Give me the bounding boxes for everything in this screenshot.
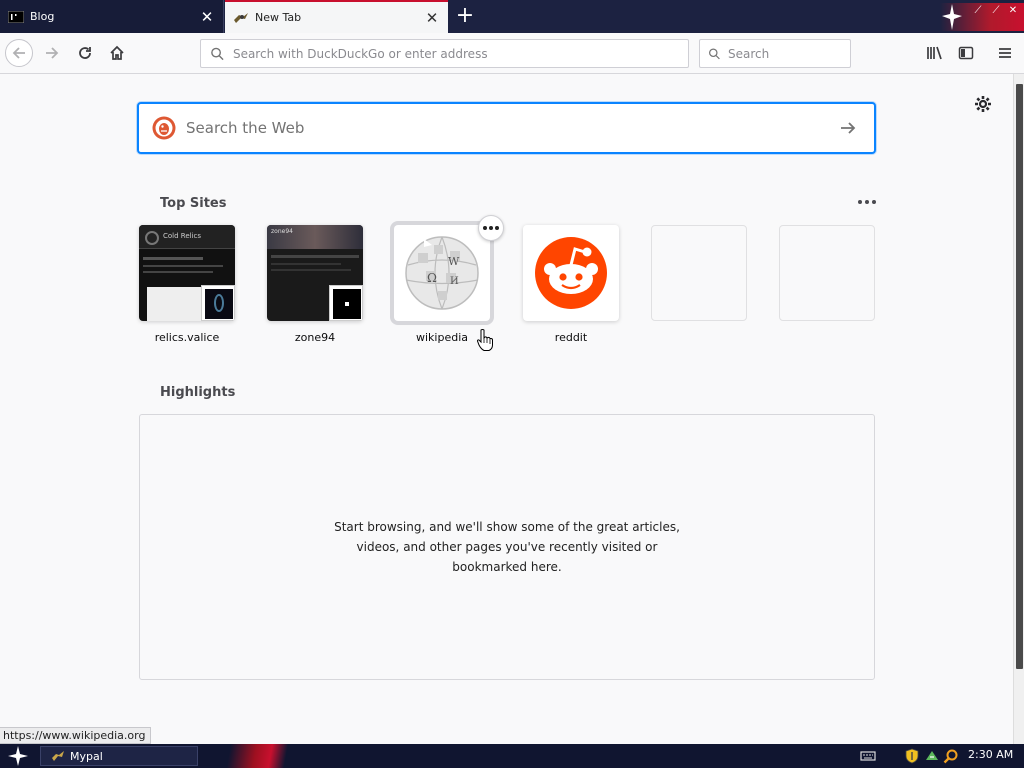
mypal-app-icon (52, 751, 64, 761)
start-menu-star-icon[interactable] (4, 745, 32, 767)
tile-more-icon[interactable] (478, 215, 504, 241)
terminal-favicon-icon (8, 10, 24, 24)
search-input[interactable] (728, 46, 850, 61)
search-icon (709, 48, 720, 59)
highlights-heading: Highlights (160, 385, 236, 400)
highlights-empty-state: Start browsing, and we'll show some of t… (139, 414, 875, 680)
library-button[interactable] (921, 39, 949, 67)
top-site-reddit[interactable]: reddit (523, 225, 619, 344)
svg-text:W: W (448, 255, 460, 268)
menu-button[interactable] (991, 39, 1019, 67)
site-thumbnail: zone94 (267, 225, 363, 321)
tab-bar: Blog ✕ New Tab ✕ + ⟋ ⟋ ✕ (0, 0, 1024, 33)
os-taskbar: Mypal 2:30 AM (0, 744, 1024, 768)
close-tab-icon[interactable]: ✕ (422, 8, 442, 28)
taskbar-task-mypal[interactable]: Mypal (40, 746, 198, 766)
highlights-empty-message: Start browsing, and we'll show some of t… (334, 520, 680, 574)
address-bar[interactable] (200, 39, 689, 68)
reddit-logo-icon (535, 237, 607, 309)
gear-icon[interactable] (973, 94, 993, 114)
sidebar-icon (958, 46, 974, 60)
top-site-empty-slot[interactable] (779, 225, 875, 331)
arrow-right-icon (841, 122, 856, 134)
new-tab-plus-icon[interactable]: + (452, 4, 478, 30)
home-button[interactable] (103, 39, 131, 67)
top-site-empty-slot[interactable] (651, 225, 747, 331)
site-thumbnail (779, 225, 875, 321)
svg-text:Ω: Ω (427, 271, 437, 285)
site-thumbnail (523, 225, 619, 321)
forward-button[interactable] (38, 39, 66, 67)
search-icon (211, 47, 224, 60)
site-thumbnail: Ω W И (394, 225, 490, 321)
library-icon (927, 46, 942, 60)
tab-new-tab[interactable]: New Tab ✕ (225, 0, 448, 33)
home-icon (110, 45, 124, 60)
reload-button[interactable] (71, 39, 99, 67)
site-thumbnail (651, 225, 747, 321)
scrollbar-thumb[interactable] (1016, 84, 1023, 669)
site-thumbnail: Cold Relics (139, 225, 235, 321)
status-link-url: https://www.wikipedia.org (0, 727, 152, 744)
back-icon (12, 47, 25, 59)
back-button[interactable] (5, 39, 33, 67)
new-tab-page: Top Sites Cold Relics relics.valice zone… (0, 74, 1013, 744)
tab-blog[interactable]: Blog ✕ (0, 0, 224, 33)
search-tray-icon[interactable] (943, 748, 959, 764)
maximize-icon[interactable]: ⟋ (988, 4, 1004, 18)
star-icon (942, 4, 962, 30)
tile-title: Cold Relics (163, 232, 202, 240)
page-scrollbar[interactable] (1013, 74, 1024, 744)
top-sites-more-icon[interactable] (855, 194, 879, 210)
site-label: zone94 (294, 331, 336, 344)
keyboard-icon[interactable] (860, 748, 876, 764)
menu-icon (999, 48, 1011, 58)
taskbar-task-label: Mypal (70, 749, 103, 763)
mypal-favicon-icon (233, 11, 249, 25)
clock: 2:30 AM (968, 748, 1014, 761)
close-tab-icon[interactable]: ✕ (197, 7, 217, 27)
top-sites-heading: Top Sites (160, 196, 227, 211)
wikipedia-globe-icon: Ω W И (405, 236, 479, 310)
sidebar-button[interactable] (952, 39, 980, 67)
navigation-toolbar (0, 33, 1024, 74)
top-site-wikipedia[interactable]: Ω W И wikipedia (394, 225, 490, 344)
svg-text:И: И (450, 276, 459, 287)
web-search-box[interactable] (137, 102, 876, 154)
cursor-hand-icon (476, 329, 493, 351)
site-label: relics.valice (154, 331, 220, 344)
reload-icon (79, 47, 91, 59)
tab-label: Blog (30, 10, 55, 23)
tab-label: New Tab (255, 11, 302, 24)
tile-title: zone94 (271, 228, 293, 235)
web-search-input[interactable] (186, 119, 836, 137)
address-input[interactable] (232, 46, 688, 61)
taskbar-decoration (210, 744, 310, 768)
site-label: reddit (554, 331, 588, 344)
forward-icon (46, 47, 59, 59)
search-bar[interactable] (699, 39, 851, 68)
minimize-icon[interactable]: ⟋ (970, 4, 986, 18)
top-site-relics-valice[interactable]: Cold Relics relics.valice (139, 225, 235, 344)
shield-icon[interactable] (904, 748, 920, 764)
network-icon[interactable] (924, 748, 940, 764)
search-submit-button[interactable] (836, 116, 860, 140)
top-site-zone94[interactable]: zone94 zone94 (267, 225, 363, 344)
duckduckgo-icon (152, 116, 176, 140)
close-window-icon[interactable]: ✕ (1005, 4, 1021, 18)
